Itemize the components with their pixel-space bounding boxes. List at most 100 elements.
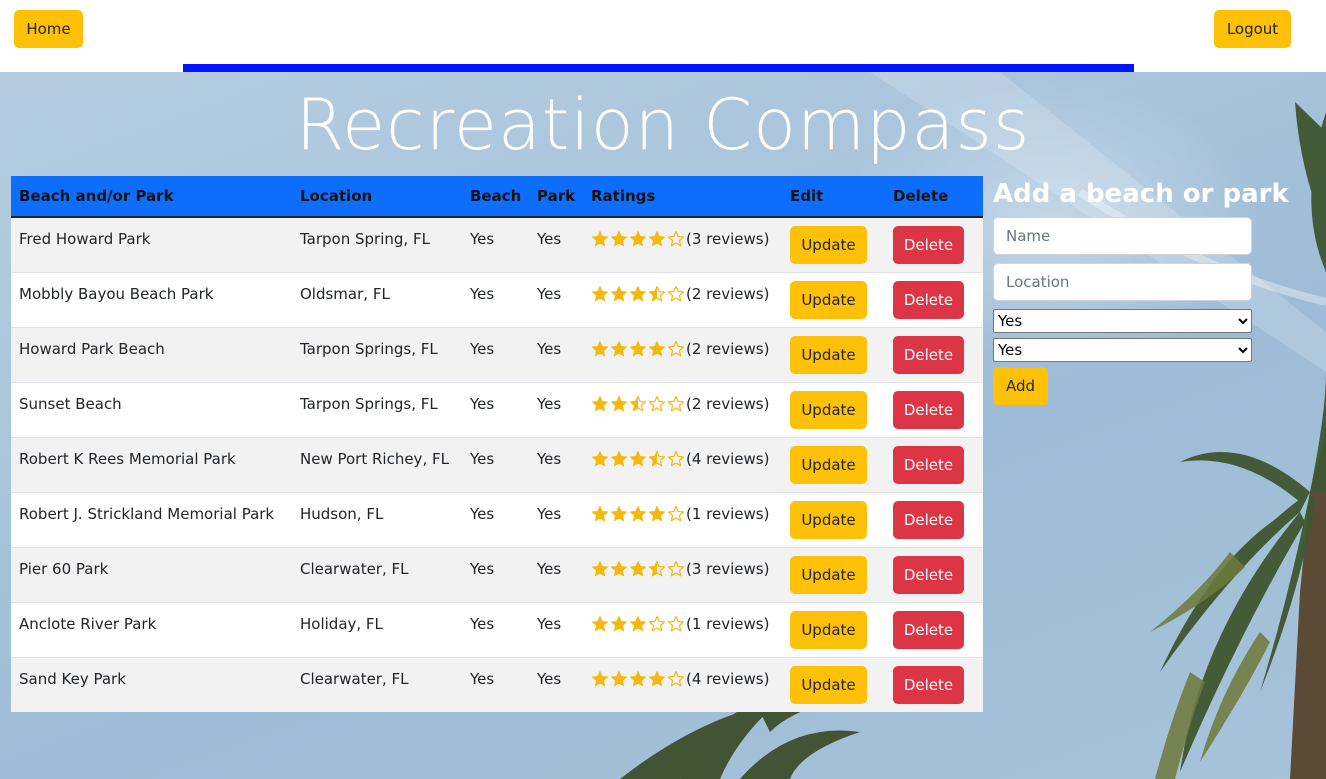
name-input[interactable] xyxy=(993,217,1252,255)
beach-cell: Yes xyxy=(462,216,529,272)
star-icon xyxy=(611,340,627,356)
delete-cell: Delete xyxy=(885,381,983,437)
park-select[interactable]: Yes xyxy=(993,338,1252,362)
edit-cell: Update xyxy=(782,546,885,602)
location-cell: Tarpon Spring, FL xyxy=(292,216,462,272)
star-icon xyxy=(630,450,646,466)
delete-cell: Delete xyxy=(885,326,983,382)
park-cell: Yes xyxy=(529,271,583,327)
delete-button[interactable]: Delete xyxy=(893,390,964,429)
location-cell: Tarpon Springs, FL xyxy=(292,326,462,382)
star-outline-icon xyxy=(667,560,685,576)
delete-button[interactable]: Delete xyxy=(893,335,964,374)
location-cell: New Port Richey, FL xyxy=(292,436,462,492)
star-icon xyxy=(592,285,608,301)
star-icon xyxy=(649,670,665,686)
location-cell: Clearwater, FL xyxy=(292,546,462,602)
site-title: Recreation Compass xyxy=(295,84,1031,166)
update-button[interactable]: Update xyxy=(790,665,867,704)
location-cell: Hudson, FL xyxy=(292,491,462,547)
place-name-cell: Howard Park Beach xyxy=(11,326,292,382)
star-icon xyxy=(630,560,646,576)
top-navbar: Home Logout xyxy=(0,0,1326,72)
places-table: Beach and/or Park Location Beach Park Ra… xyxy=(11,176,983,712)
star-icon xyxy=(592,340,608,356)
beach-cell: Yes xyxy=(462,436,529,492)
ratings-cell: (4 reviews) xyxy=(583,656,782,712)
add-form-title: Add a beach or park xyxy=(993,179,1289,209)
star-icon xyxy=(630,670,646,686)
ratings-cell: (1 reviews) xyxy=(583,491,782,547)
beach-cell: Yes xyxy=(462,326,529,382)
add-button[interactable]: Add xyxy=(993,367,1048,405)
update-button[interactable]: Update xyxy=(790,555,867,594)
star-outline-icon xyxy=(667,230,685,247)
column-header-ratings: Ratings xyxy=(583,176,782,218)
star-outline-icon xyxy=(667,615,685,631)
star-icon xyxy=(630,505,646,521)
table-row: Robert K Rees Memorial Park New Port Rich… xyxy=(11,436,983,492)
star-rating: (2 reviews) xyxy=(591,395,769,413)
beach-select[interactable]: Yes xyxy=(993,309,1252,333)
delete-button[interactable]: Delete xyxy=(893,500,964,539)
review-count: (2 reviews) xyxy=(686,394,770,413)
star-icon xyxy=(592,505,608,521)
ratings-cell: (3 reviews) xyxy=(583,546,782,602)
star-icon xyxy=(630,231,646,247)
star-icon xyxy=(649,340,665,356)
update-button[interactable]: Update xyxy=(790,335,867,374)
location-cell: Oldsmar, FL xyxy=(292,271,462,327)
star-icon xyxy=(630,615,646,631)
star-icon xyxy=(592,395,608,411)
star-icon xyxy=(592,560,608,576)
table-row: Pier 60 Park Clearwater, FL Yes Yes (3 revie… xyxy=(11,546,983,602)
star-icon xyxy=(611,285,627,301)
star-rating: (4 reviews) xyxy=(591,450,769,468)
update-button[interactable]: Update xyxy=(790,500,867,539)
table-row: Robert J. Strickland Memorial Park Hudson… xyxy=(11,491,983,547)
location-input[interactable] xyxy=(993,263,1252,301)
delete-button[interactable]: Delete xyxy=(893,610,964,649)
add-place-form: Add a beach or park Yes Yes Add xyxy=(993,176,1289,405)
home-button[interactable]: Home xyxy=(14,10,83,48)
update-button[interactable]: Update xyxy=(790,390,867,429)
delete-button[interactable]: Delete xyxy=(893,226,964,264)
beach-cell: Yes xyxy=(462,601,529,657)
star-outline-icon xyxy=(667,285,685,301)
park-cell: Yes xyxy=(529,216,583,272)
update-button[interactable]: Update xyxy=(790,226,867,264)
logout-button[interactable]: Logout xyxy=(1214,10,1291,48)
ratings-cell: (1 reviews) xyxy=(583,601,782,657)
place-name-cell: Sand Key Park xyxy=(11,656,292,712)
place-name-cell: Fred Howard Park xyxy=(11,216,292,272)
edit-cell: Update xyxy=(782,326,885,382)
delete-cell: Delete xyxy=(885,491,983,547)
star-half-icon xyxy=(648,285,666,301)
column-header-beach: Beach xyxy=(462,176,529,218)
delete-button[interactable]: Delete xyxy=(893,665,964,704)
table-row: Howard Park Beach Tarpon Springs, FL Yes Ye… xyxy=(11,326,983,382)
header-accent-bar xyxy=(183,64,1134,72)
delete-button[interactable]: Delete xyxy=(893,445,964,484)
location-cell: Tarpon Springs, FL xyxy=(292,381,462,437)
table-row: Sunset Beach Tarpon Springs, FL Yes Yes (2 r… xyxy=(11,381,983,437)
update-button[interactable]: Update xyxy=(790,280,867,319)
park-cell: Yes xyxy=(529,381,583,437)
star-rating: (3 reviews) xyxy=(591,230,769,248)
star-icon xyxy=(611,231,627,247)
edit-cell: Update xyxy=(782,491,885,547)
park-cell: Yes xyxy=(529,326,583,382)
review-count: (1 reviews) xyxy=(686,504,770,523)
delete-cell: Delete xyxy=(885,436,983,492)
delete-button[interactable]: Delete xyxy=(893,280,964,319)
update-button[interactable]: Update xyxy=(790,610,867,649)
review-count: (1 reviews) xyxy=(686,614,770,633)
edit-cell: Update xyxy=(782,271,885,327)
delete-cell: Delete xyxy=(885,271,983,327)
update-button[interactable]: Update xyxy=(790,445,867,484)
delete-button[interactable]: Delete xyxy=(893,555,964,594)
star-half-icon xyxy=(648,450,666,466)
star-icon xyxy=(611,395,627,411)
ratings-cell: (3 reviews) xyxy=(583,216,782,272)
park-cell: Yes xyxy=(529,546,583,602)
